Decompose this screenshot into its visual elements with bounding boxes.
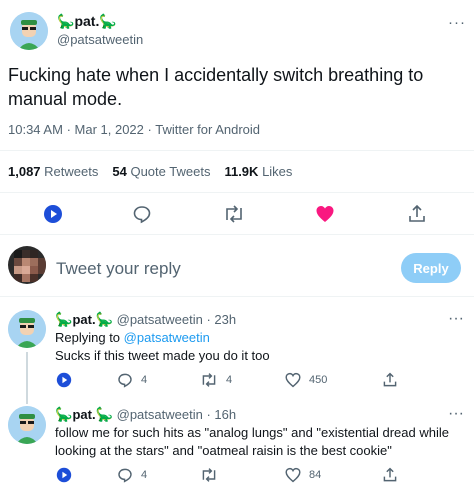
dinosaur-icon: 🦕 bbox=[55, 311, 73, 327]
reply-age[interactable]: 16h bbox=[214, 407, 236, 422]
author-name[interactable]: 🦕pat.🦕 bbox=[57, 13, 117, 30]
reply-input[interactable]: Tweet your reply bbox=[56, 259, 181, 279]
author-handle[interactable]: @patsatweetin bbox=[117, 407, 203, 422]
divider bbox=[0, 150, 474, 151]
dinosaur-icon: 🦕 bbox=[95, 311, 113, 327]
divider bbox=[0, 296, 474, 297]
retweet-icon[interactable] bbox=[222, 203, 246, 225]
tweet-time[interactable]: 10:34 AM bbox=[8, 122, 63, 137]
author-handle[interactable]: @patsatweetin bbox=[57, 32, 143, 47]
like-count: 450 bbox=[309, 374, 328, 386]
separator-dot: · bbox=[206, 407, 211, 422]
retweet-icon[interactable] bbox=[199, 371, 219, 389]
more-options-icon[interactable]: ··· bbox=[448, 310, 464, 328]
retweets-stat[interactable]: 1,087 Retweets bbox=[8, 164, 98, 179]
divider bbox=[0, 192, 474, 193]
heart-icon[interactable] bbox=[284, 371, 302, 389]
dinosaur-icon: 🦕 bbox=[95, 406, 113, 422]
divider bbox=[0, 234, 474, 235]
tweet-date[interactable]: Mar 1, 2022 bbox=[75, 122, 144, 137]
like-count: 84 bbox=[309, 469, 322, 481]
dinosaur-icon: 🦕 bbox=[57, 13, 75, 29]
author-name[interactable]: 🦕pat.🦕 bbox=[55, 311, 113, 327]
tweet-client[interactable]: Twitter for Android bbox=[155, 122, 260, 137]
share-icon[interactable] bbox=[381, 466, 399, 484]
reply-age[interactable]: 23h bbox=[214, 312, 236, 327]
reply-header: 🦕pat.🦕 @patsatweetin · 23h bbox=[55, 311, 236, 328]
heart-icon[interactable] bbox=[314, 203, 336, 225]
dinosaur-icon: 🦕 bbox=[99, 13, 117, 29]
more-options-icon[interactable]: ··· bbox=[448, 405, 464, 423]
retweet-icon[interactable] bbox=[199, 466, 219, 484]
share-icon[interactable] bbox=[406, 203, 428, 225]
tweet-meta: 10:34 AM · Mar 1, 2022 · Twitter for And… bbox=[8, 122, 260, 137]
play-icon[interactable] bbox=[55, 466, 73, 484]
display-name: pat. bbox=[72, 312, 96, 327]
quote-tweets-stat[interactable]: 54 Quote Tweets bbox=[112, 164, 210, 179]
reply-icon[interactable] bbox=[116, 371, 134, 389]
avatar[interactable] bbox=[8, 406, 46, 444]
author-name[interactable]: 🦕pat.🦕 bbox=[55, 406, 113, 422]
replying-to-handle[interactable]: @patsatweetin bbox=[124, 330, 210, 345]
more-options-icon[interactable]: ··· bbox=[448, 14, 466, 31]
avatar[interactable] bbox=[8, 310, 46, 348]
separator-dot: · bbox=[206, 312, 211, 327]
reply-header: 🦕pat.🦕 @patsatweetin · 16h bbox=[55, 406, 236, 423]
reply-icon[interactable] bbox=[116, 466, 134, 484]
author-handle[interactable]: @patsatweetin bbox=[117, 312, 203, 327]
thread-line bbox=[26, 352, 28, 404]
play-icon[interactable] bbox=[42, 203, 64, 225]
tweet-text: Fucking hate when I accidentally switch … bbox=[8, 65, 424, 109]
reply-count: 4 bbox=[141, 469, 148, 481]
display-name: pat. bbox=[74, 13, 100, 29]
replying-to: Replying to @patsatweetin bbox=[55, 330, 210, 345]
avatar[interactable] bbox=[10, 12, 48, 50]
dinosaur-icon: 🦕 bbox=[55, 406, 73, 422]
likes-stat[interactable]: 11.9K Likes bbox=[224, 164, 292, 179]
reply-text: follow me for such hits as "analog lungs… bbox=[55, 425, 449, 458]
heart-icon[interactable] bbox=[284, 466, 302, 484]
tweet-stats: 1,087 Retweets 54 Quote Tweets 11.9K Lik… bbox=[8, 164, 292, 179]
play-icon[interactable] bbox=[55, 371, 73, 389]
user-avatar[interactable] bbox=[8, 246, 46, 284]
reply-count: 4 bbox=[141, 374, 148, 386]
separator-dot: · bbox=[66, 122, 75, 137]
share-icon[interactable] bbox=[381, 371, 399, 389]
reply-button[interactable]: Reply bbox=[401, 253, 461, 283]
reply-icon[interactable] bbox=[131, 203, 153, 225]
reply-text: Sucks if this tweet made you do it too bbox=[55, 348, 270, 363]
retweet-count: 4 bbox=[226, 374, 233, 386]
display-name: pat. bbox=[72, 407, 96, 422]
